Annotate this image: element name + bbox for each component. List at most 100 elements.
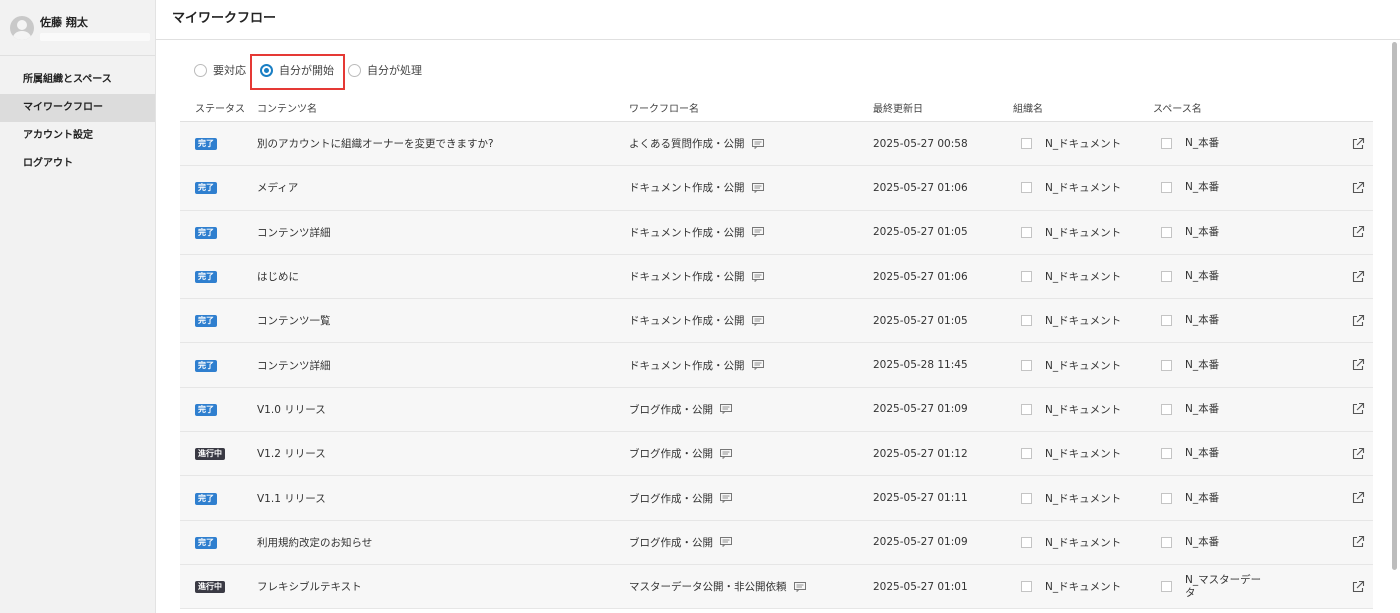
org-checkbox-icon <box>1021 182 1032 194</box>
col-updated: 最終更新日 <box>873 104 923 115</box>
content-name[interactable]: 別のアカウントに組織オーナーを変更できますか? <box>257 136 629 151</box>
updated-date: 2025-05-27 01:09 <box>873 536 968 549</box>
org-name: N_ドキュメント <box>1045 226 1122 239</box>
content-name[interactable]: 利用規約改定のお知らせ <box>257 535 629 550</box>
org-name: N_ドキュメント <box>1045 536 1122 549</box>
updated-date: 2025-05-27 01:06 <box>873 270 968 283</box>
content-name[interactable]: コンテンツ詳細 <box>257 358 629 373</box>
sidebar-item-organizations[interactable]: 所属組織とスペース <box>0 66 155 94</box>
comment-icon[interactable] <box>720 404 732 415</box>
sidebar-item-account-settings[interactable]: アカウント設定 <box>0 122 155 150</box>
space-checkbox-icon <box>1161 492 1172 504</box>
space-name: N_マスターデータ <box>1185 573 1262 599</box>
org-name: N_ドキュメント <box>1045 403 1122 416</box>
workflow-name: ドキュメント作成・公開 <box>629 226 745 239</box>
external-link-icon[interactable] <box>1351 491 1365 505</box>
content-name[interactable]: V1.0 リリース <box>257 402 629 417</box>
table-row[interactable]: 完了 別のアカウントに組織オーナーを変更できますか? よくある質問作成・公開 2025… <box>180 122 1373 167</box>
external-link-icon[interactable] <box>1351 314 1365 328</box>
external-link-icon[interactable] <box>1351 447 1365 461</box>
space-name: N_本番 <box>1185 314 1220 327</box>
content-name[interactable]: フレキシブルテキスト <box>257 579 629 594</box>
comment-icon[interactable] <box>751 271 764 282</box>
updated-date: 2025-05-27 01:05 <box>873 314 968 327</box>
workflow-name: ブログ作成・公開 <box>629 536 713 549</box>
org-checkbox-icon <box>1021 536 1032 548</box>
comment-icon[interactable] <box>751 227 764 238</box>
status-badge: 完了 <box>195 403 217 416</box>
radio-processed-by-me[interactable] <box>348 63 361 77</box>
content-name[interactable]: コンテンツ一覧 <box>257 313 629 328</box>
comment-icon[interactable] <box>751 182 764 194</box>
updated-date: 2025-05-27 01:12 <box>873 447 968 460</box>
content-name[interactable]: メディア <box>257 180 629 195</box>
comment-icon[interactable] <box>751 360 764 371</box>
space-checkbox-icon <box>1161 359 1172 371</box>
org-name: N_ドキュメント <box>1045 492 1122 505</box>
table-row[interactable]: 完了 はじめに ドキュメント作成・公開 2025-05-27 01:06 N_ドキュメン… <box>180 254 1373 300</box>
external-link-icon[interactable] <box>1351 225 1365 239</box>
workflow-name: よくある質問作成・公開 <box>629 138 745 151</box>
external-link-icon[interactable] <box>1351 270 1365 284</box>
comment-icon[interactable] <box>751 138 764 150</box>
radio-started-by-me[interactable] <box>260 63 273 77</box>
space-checkbox-icon <box>1161 448 1172 460</box>
radio-needs-action[interactable] <box>194 63 207 77</box>
content-name[interactable]: V1.1 リリース <box>257 491 629 506</box>
org-checkbox-icon <box>1021 359 1032 371</box>
space-name: N_本番 <box>1185 535 1220 548</box>
table-row[interactable]: 完了 コンテンツ詳細 ドキュメント作成・公開 2025-05-27 01:05 N_ドキ… <box>180 210 1373 255</box>
comment-icon[interactable] <box>793 581 806 593</box>
table-row[interactable]: 完了 利用規約改定のお知らせ ブログ作成・公開 2025-05-27 01:09 N_ド… <box>180 520 1373 565</box>
space-checkbox-icon <box>1161 315 1172 327</box>
status-badge: 完了 <box>195 226 217 239</box>
content-name[interactable]: コンテンツ詳細 <box>257 225 629 240</box>
space-name: N_本番 <box>1185 181 1220 194</box>
comment-icon[interactable] <box>720 537 732 548</box>
external-link-icon[interactable] <box>1351 402 1365 416</box>
org-name: N_ドキュメント <box>1045 315 1122 328</box>
workflow-name: ブログ作成・公開 <box>629 403 713 416</box>
org-checkbox-icon <box>1021 448 1032 460</box>
workflow-name: ドキュメント作成・公開 <box>629 359 745 372</box>
table-row[interactable]: 進行中 フレキシブルテキスト マスターデータ公開・非公開依頼 2025-05-27 0… <box>180 564 1373 610</box>
status-badge: 完了 <box>195 359 217 372</box>
table-row[interactable]: 完了 V1.1 リリース ブログ作成・公開 2025-05-27 01:11 N_ドキュ… <box>180 476 1373 521</box>
filter-needs-action[interactable]: 要対応 <box>194 62 246 78</box>
comment-icon[interactable] <box>720 448 732 460</box>
comment-icon[interactable] <box>720 493 732 504</box>
org-checkbox-icon <box>1021 581 1032 593</box>
content-name[interactable]: はじめに <box>257 269 629 284</box>
external-link-icon[interactable] <box>1351 580 1365 594</box>
scrollbar[interactable] <box>1392 42 1397 570</box>
sidebar-item-logout[interactable]: ログアウト <box>0 150 155 178</box>
space-name: N_本番 <box>1185 137 1220 150</box>
status-badge: 完了 <box>195 271 217 284</box>
org-name: N_ドキュメント <box>1045 359 1122 372</box>
updated-date: 2025-05-27 01:11 <box>873 492 968 505</box>
filter-started-by-me[interactable]: 自分が開始 <box>250 54 345 90</box>
external-link-icon[interactable] <box>1351 358 1365 372</box>
content-name[interactable]: V1.2 リリース <box>257 446 629 461</box>
status-badge: 完了 <box>195 492 217 505</box>
filter-radio-group: 要対応 自分が開始 自分が処理 <box>194 54 436 90</box>
table-body: 完了 別のアカウントに組織オーナーを変更できますか? よくある質問作成・公開 2025… <box>180 122 1373 610</box>
filter-processed-by-me[interactable]: 自分が処理 <box>348 62 422 78</box>
comment-icon[interactable] <box>751 315 764 327</box>
workflow-name: ドキュメント作成・公開 <box>629 182 745 195</box>
external-link-icon[interactable] <box>1351 137 1365 151</box>
external-link-icon[interactable] <box>1351 535 1365 549</box>
org-checkbox-icon <box>1021 271 1032 283</box>
org-checkbox-icon <box>1021 492 1032 504</box>
table-row[interactable]: 完了 コンテンツ詳細 ドキュメント作成・公開 2025-05-28 11:45 N_ドキ… <box>180 343 1373 388</box>
table-row[interactable]: 完了 コンテンツ一覧 ドキュメント作成・公開 2025-05-27 01:05 N_ドキ… <box>180 299 1373 344</box>
table-row[interactable]: 完了 メディア ドキュメント作成・公開 2025-05-27 01:06 N_ドキュメン… <box>180 166 1373 211</box>
external-link-icon[interactable] <box>1351 181 1365 195</box>
updated-date: 2025-05-27 01:09 <box>873 403 968 416</box>
space-checkbox-icon <box>1161 581 1172 593</box>
table-row[interactable]: 進行中 V1.2 リリース ブログ作成・公開 2025-05-27 01:12 N_ドキ… <box>180 432 1373 477</box>
sidebar-item-my-workflow[interactable]: マイワークフロー <box>0 94 155 122</box>
avatar-icon <box>10 16 34 40</box>
table-row[interactable]: 完了 V1.0 リリース ブログ作成・公開 2025-05-27 01:09 N_ドキュ… <box>180 387 1373 433</box>
org-name: N_ドキュメント <box>1045 581 1122 594</box>
